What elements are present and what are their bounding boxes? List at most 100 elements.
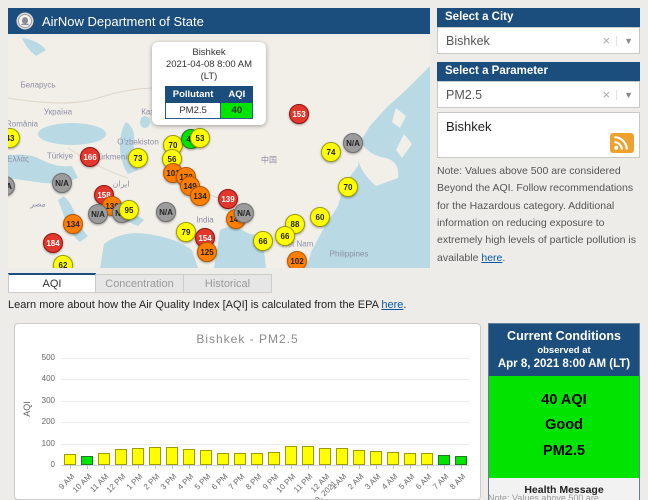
xaxis-tick (154, 465, 156, 469)
chart-bar-10pm[interactable] (284, 446, 297, 465)
aqi-marker-66[interactable]: 66 (253, 231, 273, 251)
app-title: AirNow Department of State (42, 13, 204, 29)
chart-bar-11pm[interactable] (301, 446, 314, 465)
parameter-select[interactable]: PM2.5 × ▼ (437, 81, 640, 108)
xaxis-tick (392, 465, 394, 469)
parameter-clear-icon[interactable]: × (596, 87, 616, 102)
chart-bar-7pm[interactable] (233, 452, 246, 465)
chart-bar-6pm[interactable] (216, 452, 229, 465)
map-country-label: ایران (112, 179, 130, 189)
aqi-marker-na[interactable]: N/A (88, 204, 108, 224)
chart-bar-10am[interactable] (80, 456, 93, 465)
aqi-marker-73[interactable]: 73 (128, 148, 148, 168)
chart-bar-12pm[interactable] (114, 448, 127, 465)
chart-bar-11am[interactable] (97, 453, 110, 465)
chart-bar-4am[interactable] (386, 452, 399, 465)
city-select[interactable]: Bishkek × ▼ (437, 27, 640, 54)
aqi-marker-134[interactable]: 134 (190, 186, 210, 206)
chart-bar-7am[interactable] (437, 455, 450, 465)
chart-bar-2pm[interactable] (148, 447, 161, 465)
aqi-marker-na[interactable]: N/A (156, 202, 176, 222)
gridline-300 (61, 400, 469, 402)
parameter-select-value: PM2.5 (446, 87, 483, 102)
xaxis-tick (256, 465, 258, 469)
xaxis-tick (426, 465, 428, 469)
ytick-400: 400 (41, 374, 55, 384)
aqi-marker-62[interactable]: 62 (53, 255, 73, 268)
sidebar-note-suffix: . (502, 251, 506, 264)
aqi-map[interactable]: БеларусьУкраїнаRomâniaКазахстанΕλλάςTürk… (8, 38, 430, 268)
gridline-500 (61, 358, 469, 359)
tab-historical[interactable]: Historical (184, 274, 272, 293)
aqi-chart-panel: Bishkek - PM2.5 AQI 0 100 200 300 400 500 9 AM… (14, 323, 481, 500)
tab-concentration[interactable]: Concentration (96, 274, 184, 293)
chart-bar-8am[interactable] (454, 456, 467, 465)
footer-note: Note: Values above 500 are considered Be… (488, 493, 599, 500)
tab-aqi[interactable]: AQI (8, 273, 96, 293)
aqi-marker-153[interactable]: 153 (289, 104, 309, 124)
sidebar-note-link[interactable]: here (481, 252, 502, 264)
ytick-300: 300 (41, 395, 55, 405)
chart-bar-12am[interactable] (318, 447, 331, 465)
aqi-marker-70[interactable]: 70 (338, 177, 358, 197)
aqi-marker-102[interactable]: 102 (287, 251, 307, 268)
aqi-marker-184[interactable]: 184 (43, 233, 63, 253)
chart-bar-5am[interactable] (403, 453, 416, 465)
popup-table: Pollutant AQI PM2.5 40 (164, 85, 254, 119)
current-conditions-header: Current Conditions observed at Apr 8, 20… (489, 324, 639, 376)
aqi-marker-60[interactable]: 60 (310, 207, 330, 227)
chart-bar-6am[interactable] (420, 452, 433, 465)
cc-title: Current Conditions (507, 329, 621, 343)
chart-bar-3am[interactable] (369, 450, 382, 465)
aqi-marker-53[interactable]: 53 (190, 128, 210, 148)
map-country-label: Philippines (329, 249, 369, 259)
chart-bar-3pm[interactable] (165, 447, 178, 465)
chart-bar-9am[interactable] (63, 453, 76, 465)
aqi-marker-166[interactable]: 166 (80, 147, 100, 167)
map-country-label: India (196, 215, 214, 225)
select-parameter-header: Select a Parameter (437, 62, 640, 81)
aqi-marker-79[interactable]: 79 (176, 222, 196, 242)
xaxis-tick (205, 465, 207, 469)
chart-bar-1pm[interactable] (131, 448, 144, 465)
chart-bar-4pm[interactable] (182, 448, 195, 465)
chart-bar-8pm[interactable] (250, 452, 263, 465)
xaxis-tick (273, 465, 275, 469)
aqi-marker-66[interactable]: 66 (275, 226, 295, 246)
map-country-label: مصر (30, 199, 46, 209)
city-caret-icon[interactable]: ▼ (616, 35, 633, 46)
city-clear-icon[interactable]: × (596, 33, 616, 48)
city-select-value: Bishkek (446, 33, 490, 48)
learn-more-suffix: . (403, 299, 407, 311)
xaxis-tick (290, 465, 292, 469)
aqi-marker-na[interactable]: N/A (343, 133, 363, 153)
ytick-0: 0 (50, 460, 55, 469)
epa-learn-more-link[interactable]: here (381, 299, 403, 311)
aqi-marker-95[interactable]: 95 (119, 200, 139, 220)
aqi-marker-134[interactable]: 134 (63, 214, 83, 234)
map-country-label: 中国 (261, 155, 277, 165)
rss-feed-icon[interactable] (610, 133, 634, 153)
map-popup: Bishkek 2021-04-08 8:00 AM (LT) Pollutan… (152, 42, 266, 125)
ytick-200: 200 (41, 417, 55, 427)
parameter-caret-icon[interactable]: ▼ (616, 89, 633, 100)
popup-datetime: 2021-04-08 8:00 AM (165, 58, 253, 70)
aqi-marker-na[interactable]: N/A (234, 203, 254, 223)
cc-aqi-block: 40 AQI Good PM2.5 (489, 376, 639, 479)
xaxis-tick (460, 465, 462, 469)
cc-pollutant: PM2.5 (543, 442, 585, 459)
ytick-500: 500 (41, 353, 55, 362)
aqi-marker-74[interactable]: 74 (321, 142, 341, 162)
xaxis-tick (443, 465, 445, 469)
chart-bar-1am[interactable] (335, 448, 348, 465)
aqi-marker-125[interactable]: 125 (197, 242, 217, 262)
map-country-label: Беларусь (20, 80, 56, 90)
xaxis-tick (307, 465, 309, 469)
xaxis-tick (358, 465, 360, 469)
aqi-marker-na[interactable]: N/A (52, 173, 72, 193)
chart-bar-2am[interactable] (352, 450, 365, 465)
chart-bar-5pm[interactable] (199, 450, 212, 465)
gridline-200 (61, 422, 469, 424)
feed-box: Bishkek (437, 112, 640, 158)
chart-bar-9pm[interactable] (267, 451, 280, 465)
